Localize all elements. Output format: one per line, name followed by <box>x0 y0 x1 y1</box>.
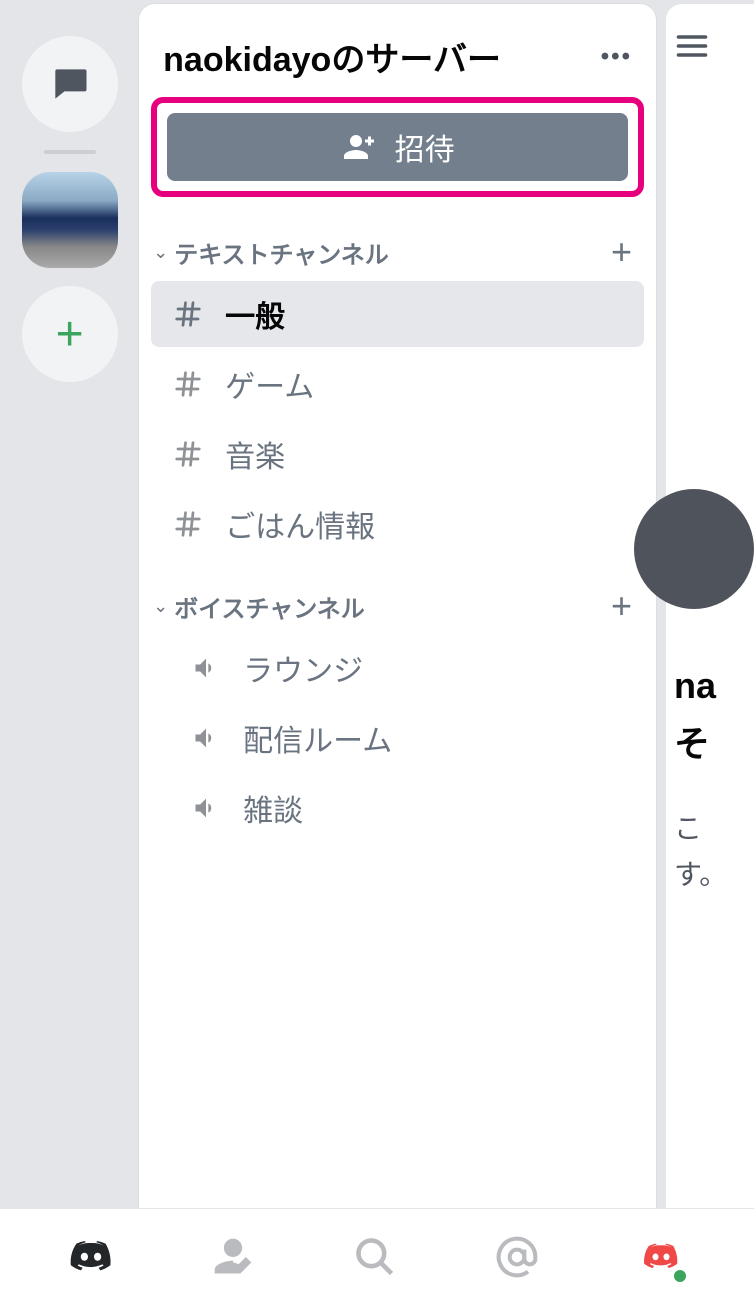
nav-friends[interactable] <box>209 1233 257 1281</box>
add-server-button[interactable]: + <box>22 286 118 382</box>
text-category-header[interactable]: ⌄ テキストチャンネル + <box>139 211 656 279</box>
peek-heading: そ <box>674 715 754 767</box>
add-voice-channel-button[interactable]: + <box>611 585 632 627</box>
peek-heading: na <box>674 665 754 707</box>
voice-category-label: ボイスチャンネル <box>174 589 611 624</box>
channel-name: 配信ルーム <box>243 716 392 760</box>
friends-icon <box>211 1235 255 1279</box>
chevron-down-icon: ⌄ <box>153 242 168 263</box>
channel-panel: naokidayoのサーバー ••• 招待 ⌄ テキストチャンネル + <box>139 4 656 1208</box>
search-icon <box>353 1235 397 1279</box>
text-channel[interactable]: 一般 <box>151 281 644 347</box>
more-menu-button[interactable]: ••• <box>601 43 632 71</box>
peek-text: す。 <box>674 853 754 893</box>
nav-mentions[interactable] <box>493 1233 541 1281</box>
speaker-icon <box>187 794 225 822</box>
nav-search[interactable] <box>351 1233 399 1281</box>
invite-highlight: 招待 <box>151 97 644 197</box>
menu-button[interactable] <box>674 28 754 69</box>
channel-name: 一般 <box>225 292 285 336</box>
status-indicator <box>671 1267 689 1285</box>
add-text-channel-button[interactable]: + <box>611 231 632 273</box>
nav-profile[interactable] <box>635 1231 687 1283</box>
hash-icon <box>169 439 207 469</box>
bottom-nav <box>0 1208 754 1304</box>
mention-icon <box>495 1235 539 1279</box>
channel-name: 音楽 <box>225 432 285 476</box>
voice-category-header[interactable]: ⌄ ボイスチャンネル + <box>139 565 656 633</box>
hamburger-icon <box>674 28 710 64</box>
server-title: naokidayoのサーバー <box>163 32 501 81</box>
peek-text: こ <box>674 807 754 847</box>
hash-icon <box>169 299 207 329</box>
speaker-icon <box>187 654 225 682</box>
chat-icon <box>48 62 92 106</box>
speaker-icon <box>187 724 225 752</box>
text-channel[interactable]: ごはん情報 <box>151 491 644 557</box>
chevron-down-icon: ⌄ <box>153 596 168 617</box>
text-category-label: テキストチャンネル <box>174 235 611 270</box>
text-channel[interactable]: 音楽 <box>151 421 644 487</box>
plus-icon: + <box>56 307 84 362</box>
dm-button[interactable] <box>22 36 118 132</box>
text-channel[interactable]: ゲーム <box>151 351 644 417</box>
server-avatar-large <box>634 489 754 609</box>
panel-header: naokidayoのサーバー ••• <box>139 32 656 91</box>
server-avatar[interactable] <box>22 172 118 268</box>
rail-divider <box>44 150 96 154</box>
voice-channel[interactable]: 雑談 <box>151 775 644 841</box>
content-peek-panel: na そ こ す。 <box>666 4 754 1208</box>
channel-name: ごはん情報 <box>225 502 375 546</box>
voice-channel[interactable]: ラウンジ <box>151 635 644 701</box>
invite-button[interactable]: 招待 <box>167 113 628 181</box>
channel-name: ラウンジ <box>243 646 363 690</box>
server-rail: + <box>0 0 139 1208</box>
hash-icon <box>169 369 207 399</box>
person-add-icon <box>341 129 377 165</box>
discord-icon <box>67 1233 115 1281</box>
ellipsis-icon: ••• <box>601 43 632 70</box>
channel-name: 雑談 <box>243 786 303 830</box>
nav-home[interactable] <box>67 1233 115 1281</box>
invite-label: 招待 <box>395 125 455 169</box>
channel-name: ゲーム <box>225 362 314 406</box>
hash-icon <box>169 509 207 539</box>
voice-channel[interactable]: 配信ルーム <box>151 705 644 771</box>
